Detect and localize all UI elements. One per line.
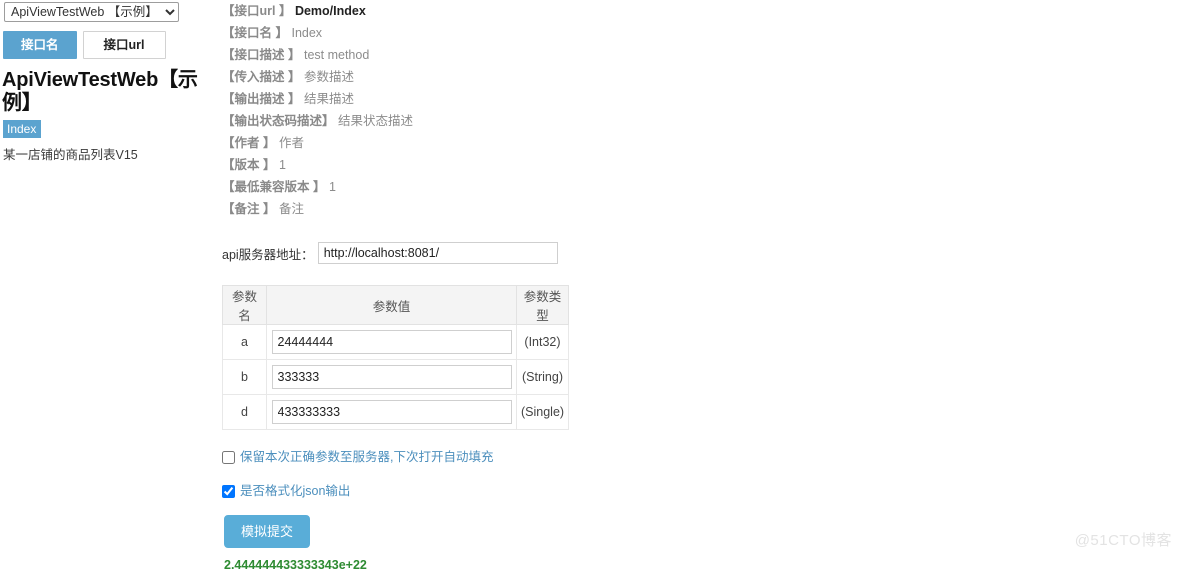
table-row: d (Single) — [222, 394, 569, 430]
param-type-cell: (Int32) — [516, 324, 569, 360]
format-json-checkbox[interactable] — [222, 484, 235, 498]
column-header-param-type: 参数类型 — [516, 285, 569, 325]
param-name-cell: a — [222, 324, 267, 360]
meta-value: 1 — [328, 180, 336, 194]
meta-value: test method — [303, 48, 370, 62]
meta-row-interface-desc: 【接口描述 】 test method — [222, 44, 1082, 66]
meta-key: 【接口url 】 — [222, 4, 292, 18]
meta-row-interface-name: 【接口名 】 Index — [222, 22, 1082, 44]
param-value-input-a[interactable] — [271, 330, 512, 354]
param-value-input-d[interactable] — [271, 400, 512, 424]
sidebar: ApiViewTestWeb 【示例】 接口名 接口url ApiViewTes… — [0, 0, 200, 163]
table-row: b (String) — [222, 359, 569, 395]
meta-value: 1 — [278, 158, 286, 172]
meta-row-input-desc: 【传入描述 】 参数描述 — [222, 66, 1082, 88]
meta-value: 备注 — [278, 202, 304, 216]
param-value-input-b[interactable] — [271, 365, 512, 389]
main-content: 【接口url 】 Demo/Index 【接口名 】 Index 【接口描述 】… — [222, 0, 1082, 573]
meta-key: 【备注 】 — [222, 202, 276, 216]
param-value-cell — [266, 359, 517, 395]
meta-row-status-code-desc: 【输出状态码描述】 结果状态描述 — [222, 110, 1082, 132]
watermark: @51CTO博客 — [1074, 532, 1172, 549]
sidebar-description: 某一店铺的商品列表V15 — [3, 148, 138, 162]
meta-key: 【接口名 】 — [222, 26, 288, 40]
meta-key: 【输出描述 】 — [222, 92, 301, 106]
server-address-input[interactable] — [317, 242, 558, 264]
sidebar-item-index[interactable]: Index — [3, 120, 42, 138]
meta-value: 参数描述 — [303, 70, 354, 84]
tab-interface-url[interactable]: 接口url — [82, 31, 166, 59]
meta-row-author: 【作者 】 作者 — [222, 132, 1082, 154]
result-output: 2.444444433333343e+22 — [224, 558, 367, 572]
meta-key: 【版本 】 — [222, 158, 276, 172]
table-row: a (Int32) — [222, 324, 569, 360]
parameters-table: 参数名 参数值 参数类型 a (Int32) b (String) — [222, 285, 569, 430]
page-title: ApiViewTestWeb【示例】 — [2, 69, 198, 114]
meta-row-min-version: 【最低兼容版本 】 1 — [222, 176, 1082, 198]
server-address-label: api服务器地址： — [222, 247, 314, 262]
meta-value: Index — [291, 26, 323, 40]
param-value-cell — [266, 394, 517, 430]
meta-row-version: 【版本 】 1 — [222, 154, 1082, 176]
column-header-param-name: 参数名 — [222, 285, 267, 325]
save-params-row: 保留本次正确参数至服务器,下次打开自动填充 — [222, 450, 1082, 464]
save-params-checkbox[interactable] — [222, 450, 235, 464]
meta-value: Demo/Index — [294, 4, 366, 18]
meta-key: 【接口描述 】 — [222, 48, 301, 62]
meta-value: 作者 — [278, 136, 304, 150]
meta-key: 【作者 】 — [222, 136, 276, 150]
column-header-param-value: 参数值 — [266, 285, 517, 325]
param-type-cell: (Single) — [516, 394, 569, 430]
server-address-row: api服务器地址： — [222, 242, 1082, 264]
sidebar-tab-group: 接口名 接口url — [3, 31, 200, 59]
meta-value: 结果描述 — [303, 92, 354, 106]
meta-key: 【传入描述 】 — [222, 70, 301, 84]
meta-key: 【输出状态码描述】 — [222, 114, 335, 128]
format-json-row: 是否格式化json输出 — [222, 484, 1082, 498]
param-value-cell — [266, 324, 517, 360]
meta-row-interface-url: 【接口url 】 Demo/Index — [222, 0, 1082, 22]
meta-key: 【最低兼容版本 】 — [222, 180, 326, 194]
param-name-cell: b — [222, 359, 267, 395]
interface-meta-list: 【接口url 】 Demo/Index 【接口名 】 Index 【接口描述 】… — [222, 0, 1082, 220]
save-params-label[interactable]: 保留本次正确参数至服务器,下次打开自动填充 — [240, 450, 493, 464]
submit-button[interactable]: 模拟提交 — [224, 515, 311, 548]
param-name-cell: d — [222, 394, 267, 430]
param-type-cell: (String) — [516, 359, 569, 395]
meta-row-output-desc: 【输出描述 】 结果描述 — [222, 88, 1082, 110]
tab-interface-name[interactable]: 接口名 — [3, 31, 77, 59]
format-json-label[interactable]: 是否格式化json输出 — [240, 484, 350, 498]
meta-value: 结果状态描述 — [338, 114, 414, 128]
api-project-select[interactable]: ApiViewTestWeb 【示例】 — [4, 2, 179, 22]
table-header-row: 参数名 参数值 参数类型 — [222, 285, 569, 325]
meta-row-remark: 【备注 】 备注 — [222, 198, 1082, 220]
